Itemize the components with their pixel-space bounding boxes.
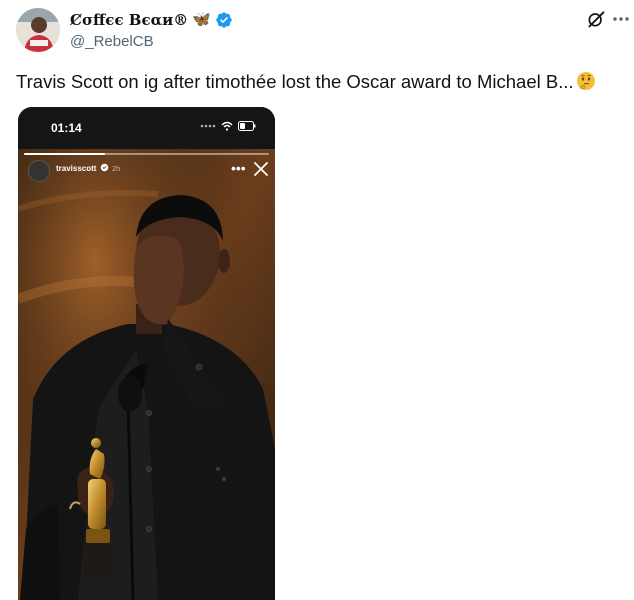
story-photo xyxy=(18,149,275,600)
story-progress-fill xyxy=(24,153,105,155)
grok-button[interactable] xyxy=(585,8,607,30)
story-verified-icon xyxy=(100,163,109,172)
tweet-media-image[interactable]: 01:14 travisscott 2h ••• xyxy=(18,107,275,600)
status-time: 01:14 xyxy=(51,121,82,135)
grok-icon xyxy=(588,11,605,28)
more-options-button[interactable] xyxy=(612,8,630,30)
story-username: travisscott xyxy=(56,164,97,173)
signal-dots-icon xyxy=(200,124,216,128)
battery-icon xyxy=(238,121,256,131)
status-icons xyxy=(200,121,256,131)
butterfly-emoji-icon: 🦋 xyxy=(192,11,211,28)
more-icon xyxy=(613,17,629,21)
tweet-text: Travis Scott on ig after timothée lost t… xyxy=(16,70,620,94)
story-header: travisscott 2h ••• xyxy=(18,157,275,191)
author-name-row[interactable]: Ȼσffєє Вєαи® 🦋 xyxy=(70,10,233,30)
story-avatar xyxy=(28,160,50,182)
tweet-body: Travis Scott on ig after timothée lost t… xyxy=(16,71,574,92)
author-handle[interactable]: @_RebelCB xyxy=(70,33,154,51)
avatar[interactable] xyxy=(16,8,60,52)
wifi-icon xyxy=(221,121,233,131)
thinking-face-emoji xyxy=(576,72,595,90)
tweet: Ȼσffєє Вєαи® 🦋 @_RebelCB Travis Scott on… xyxy=(0,0,634,600)
story-progress-bar xyxy=(24,153,269,155)
display-name[interactable]: Ȼσffєє Вєαи® xyxy=(70,10,188,30)
story-close-icon xyxy=(254,162,268,176)
story-more-icon: ••• xyxy=(231,160,246,176)
verified-badge-icon xyxy=(216,12,232,28)
story-time-ago: 2h xyxy=(112,164,121,173)
phone-status-bar: 01:14 xyxy=(18,107,275,149)
